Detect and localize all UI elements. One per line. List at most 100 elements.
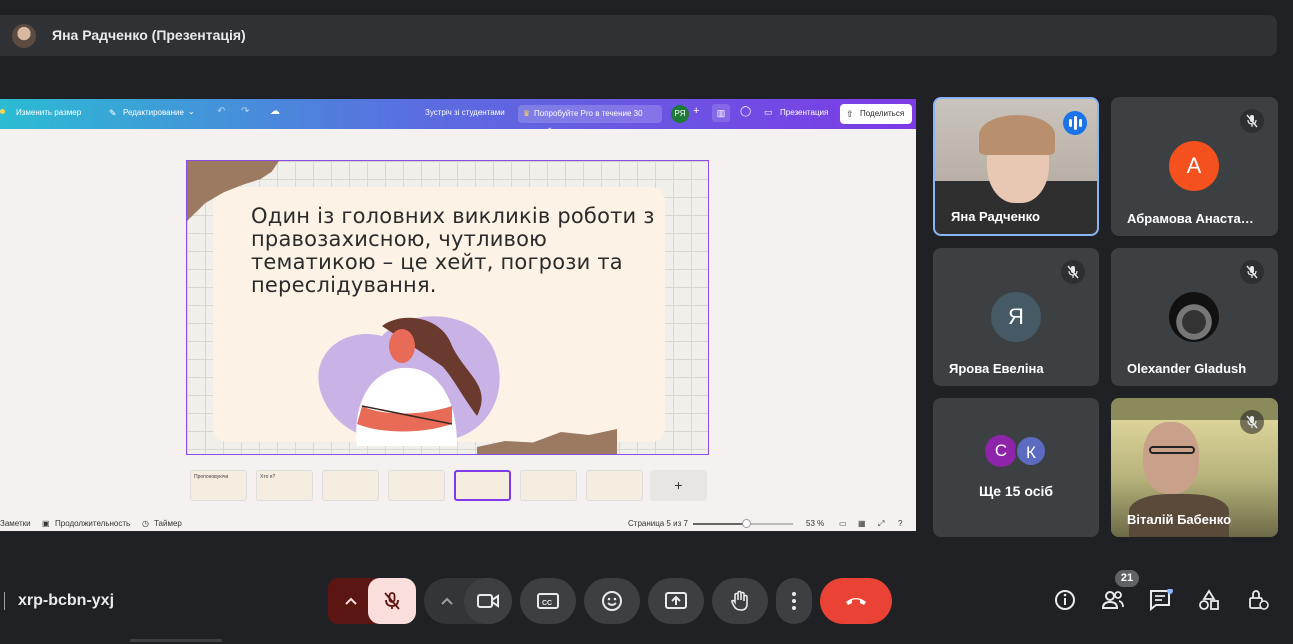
- upload-icon: ⇧: [846, 109, 854, 119]
- mic-toggle-button[interactable]: [368, 578, 416, 624]
- hand-icon: [731, 590, 748, 611]
- more-vert-icon: [792, 592, 796, 610]
- user-avatar[interactable]: РЯ: [671, 105, 689, 123]
- person-face: [1143, 422, 1199, 494]
- people-icon[interactable]: [1101, 589, 1125, 611]
- participant-name: Абрамова Анаста…: [1127, 211, 1254, 226]
- glasses: [1149, 446, 1195, 454]
- hang-up-icon: [846, 598, 866, 605]
- host-controls-icon[interactable]: [1247, 589, 1269, 611]
- more-participants-label: Ще 15 осіб: [978, 483, 1054, 499]
- present-screen-icon: [665, 592, 687, 609]
- slide-thumbnail[interactable]: Пропоновуючи: [190, 470, 247, 501]
- page-view-icon[interactable]: ▭: [839, 519, 847, 528]
- resize-button[interactable]: Изменить размер: [16, 108, 81, 117]
- participant-name: Віталій Бабенко: [1127, 512, 1232, 527]
- participant-avatar: А: [1169, 141, 1219, 191]
- raise-hand-button[interactable]: [712, 578, 768, 624]
- slide[interactable]: Один із головних викликів роботи з право…: [186, 160, 709, 455]
- meeting-code: xrp-bcbn-yxj: [18, 592, 115, 609]
- participant-tile[interactable]: Віталій Бабенко: [1111, 398, 1278, 537]
- slide-thumbnail[interactable]: [388, 470, 445, 501]
- participant-avatar: С: [985, 435, 1017, 467]
- captions-button[interactable]: CC: [520, 578, 576, 624]
- participant-tile[interactable]: А Абрамова Анаста…: [1111, 97, 1278, 236]
- emoji-icon: [602, 591, 622, 611]
- participant-tile-active[interactable]: Яна Радченко: [933, 97, 1099, 236]
- activities-icon[interactable]: [1198, 589, 1220, 611]
- camera-icon: [477, 594, 499, 608]
- participant-avatar: Я: [991, 292, 1041, 342]
- zoom-slider[interactable]: [693, 519, 793, 528]
- duration-button[interactable]: Продолжительность: [55, 519, 130, 528]
- speaking-indicator-icon: [1063, 111, 1087, 135]
- crown-icon: ♛: [523, 109, 531, 118]
- meeting-info-icon[interactable]: [1054, 589, 1076, 611]
- add-page-button[interactable]: +: [650, 470, 707, 501]
- mic-off-icon: [1240, 260, 1264, 284]
- presenter-avatar: [12, 24, 36, 48]
- presenter-bar: Яна Радченко (Презентація): [0, 15, 1277, 56]
- captions-icon: CC: [537, 593, 559, 609]
- pencil-icon: ✎: [109, 108, 117, 118]
- page-indicator: Страница 5 из 7: [628, 519, 688, 528]
- dot-icon: [0, 109, 5, 114]
- share-label: Поделиться: [860, 109, 905, 118]
- leave-call-button[interactable]: [820, 578, 892, 624]
- participant-name: Яна Радченко: [951, 209, 1040, 224]
- more-participants-tile[interactable]: С К Ще 15 осіб: [933, 398, 1099, 537]
- slide-thumbnail[interactable]: [520, 470, 577, 501]
- presenter-title: Яна Радченко (Презентація): [52, 27, 246, 43]
- notes-button[interactable]: Заметки: [0, 519, 31, 528]
- thumbnail-label: Пропоновуючи: [194, 474, 229, 480]
- participant-photo: [1169, 292, 1219, 342]
- editing-dropdown[interactable]: Редактирование: [123, 108, 184, 117]
- person-hair: [979, 115, 1055, 155]
- more-options-button[interactable]: [776, 578, 812, 624]
- timer-icon: ◷: [142, 519, 149, 528]
- comment-icon[interactable]: ◯: [740, 106, 751, 117]
- participant-name: Olexander Gladush: [1127, 361, 1247, 376]
- mic-off-icon: [1240, 109, 1264, 133]
- try-pro-button[interactable]: ♛ Попробуйте Pro в течение 30 дней: [518, 105, 662, 136]
- participant-avatar: К: [1015, 435, 1047, 467]
- camera-toggle-button[interactable]: [464, 578, 512, 624]
- document-title[interactable]: Зустріч зі студентами: [425, 108, 505, 117]
- redo-icon[interactable]: ↷: [241, 106, 249, 117]
- cloud-save-icon[interactable]: ☁: [270, 106, 280, 117]
- participant-tile[interactable]: Я Ярова Евеліна: [933, 248, 1099, 386]
- mic-off-icon: [384, 592, 400, 610]
- mic-off-icon: [1061, 260, 1085, 284]
- mic-off-icon: [1240, 410, 1264, 434]
- present-icon: ▭: [764, 107, 773, 117]
- participant-tile[interactable]: Olexander Gladush: [1111, 248, 1278, 386]
- editor-status-bar: Заметки ▣ Продолжительность ◷ Таймер Стр…: [0, 517, 916, 531]
- scroll-indicator: [130, 639, 222, 642]
- slide-thumbnail[interactable]: Хто я?: [256, 470, 313, 501]
- woman-illustration: [318, 316, 500, 446]
- fullscreen-icon[interactable]: ⤢: [878, 519, 884, 529]
- chat-icon[interactable]: [1149, 589, 1173, 611]
- divider: [4, 592, 5, 610]
- add-collaborator-icon[interactable]: +: [693, 105, 699, 117]
- slide-thumbnail[interactable]: [586, 470, 643, 501]
- zoom-level: 53 %: [806, 519, 825, 528]
- present-button[interactable]: Презентация: [780, 108, 828, 117]
- grid-view-icon[interactable]: ▦: [858, 519, 866, 528]
- svg-text:CC: CC: [542, 600, 552, 607]
- slide-thumbnail[interactable]: [322, 470, 379, 501]
- participant-count-badge: 21: [1115, 570, 1139, 587]
- timer-button[interactable]: Таймер: [154, 519, 182, 528]
- insights-icon[interactable]: ▥: [712, 104, 730, 122]
- present-now-button[interactable]: [648, 578, 704, 624]
- undo-icon[interactable]: ↶: [217, 106, 225, 117]
- help-icon[interactable]: ?: [898, 519, 902, 528]
- slide-text[interactable]: Один із головних викликів роботи з право…: [251, 205, 671, 297]
- reactions-button[interactable]: [584, 578, 640, 624]
- chevron-down-icon: ⌄: [188, 107, 195, 116]
- canva-toolbar: Изменить размер ✎ Редактирование ⌄ ↶ ↷ ☁…: [0, 99, 916, 136]
- slide-thumbnail-selected[interactable]: [454, 470, 511, 501]
- share-button[interactable]: ⇧ Поделиться: [840, 104, 912, 124]
- thumbnail-label: Хто я?: [260, 474, 276, 480]
- chevron-up-icon: [441, 597, 453, 605]
